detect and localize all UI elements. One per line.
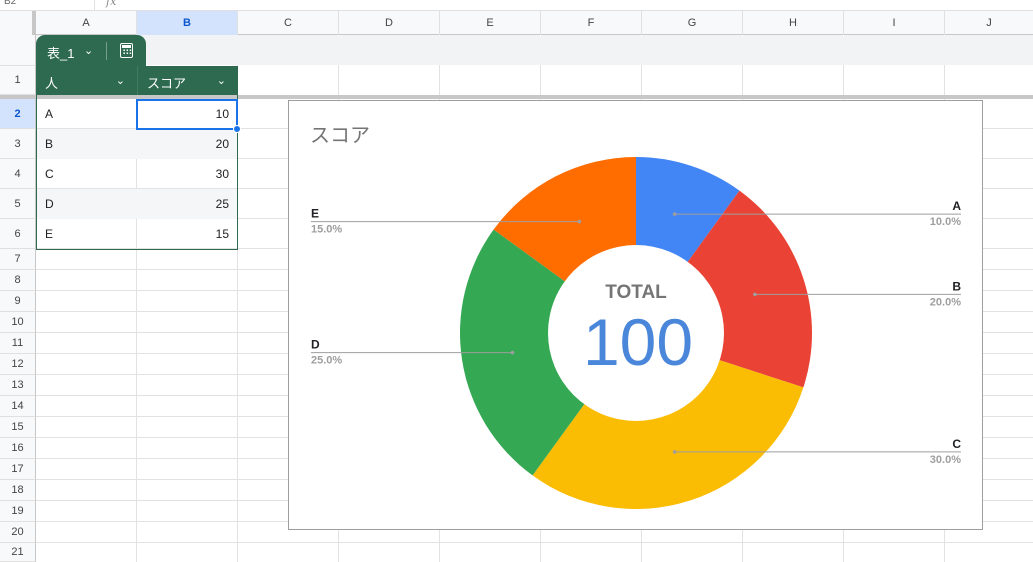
callout-percent-label: 25.0% — [311, 355, 342, 367]
callout-percent-label: 30.0% — [930, 454, 961, 466]
column-header-i[interactable]: I — [844, 11, 945, 35]
callout-percent-label: 10.0% — [930, 216, 961, 228]
donut-chart[interactable]: スコア TOTAL 100 A 10.0% B 20.0% C 30.0% D 25.0% E 1… — [288, 100, 983, 530]
row-header-9[interactable]: 9 — [0, 291, 36, 312]
column-header-a[interactable]: A — [36, 11, 137, 35]
row-header-3[interactable]: 3 — [0, 129, 36, 159]
row-header-14[interactable]: 14 — [0, 396, 36, 417]
tab-divider — [106, 42, 107, 60]
table-border — [36, 66, 238, 250]
row-header-20[interactable]: 20 — [0, 522, 36, 543]
callout-category-label: C — [952, 437, 961, 451]
row-header-10[interactable]: 10 — [0, 312, 36, 333]
row-header-19[interactable]: 19 — [0, 501, 36, 522]
callout-category-label: D — [311, 338, 320, 352]
chart-center-label: TOTAL — [605, 282, 667, 303]
row-header-15[interactable]: 15 — [0, 417, 36, 438]
row-header-table-tab — [0, 35, 36, 66]
callout-percent-label: 20.0% — [930, 296, 961, 308]
row-header-7[interactable]: 7 — [0, 249, 36, 270]
chart-center-value: 100 — [583, 305, 693, 379]
table-tab-band — [36, 35, 1033, 65]
row-header-8[interactable]: 8 — [0, 270, 36, 291]
column-header-e[interactable]: E — [440, 11, 541, 35]
column-header-g[interactable]: G — [642, 11, 743, 35]
column-header-b[interactable]: B — [137, 11, 238, 35]
active-cell-selection[interactable] — [136, 99, 238, 130]
row-header-12[interactable]: 12 — [0, 354, 36, 375]
row-header-17[interactable]: 17 — [0, 459, 36, 480]
callout-category-label: E — [311, 207, 319, 221]
column-header-row: A B C D E F G H I J — [0, 11, 1033, 35]
grid-line — [36, 542, 1033, 543]
row-header-13[interactable]: 13 — [0, 375, 36, 396]
row-header-4[interactable]: 4 — [0, 159, 36, 189]
row-header-21[interactable]: 21 — [0, 543, 36, 562]
donut-chart-svg: TOTAL 100 A 10.0% B 20.0% C 30.0% D 25.0% E 15.0% — [311, 157, 961, 510]
callout-percent-label: 15.0% — [311, 224, 342, 236]
row-header-2[interactable]: 2 — [0, 99, 36, 129]
callout-category-label: A — [952, 199, 961, 213]
row-header-5[interactable]: 5 — [0, 189, 36, 219]
name-box[interactable]: B2 — [0, 0, 95, 10]
table-name[interactable]: 表_1 — [47, 43, 74, 62]
row-header-11[interactable]: 11 — [0, 333, 36, 354]
column-header-d[interactable]: D — [339, 11, 440, 35]
column-header-h[interactable]: H — [743, 11, 844, 35]
table-name-tab[interactable]: 表_1 ⌄ ▪▪▪ ▪▪▪ — [36, 35, 146, 66]
table-calculator-icon[interactable]: ▪▪▪ ▪▪▪ — [120, 43, 133, 58]
column-header-f[interactable]: F — [541, 11, 642, 35]
formula-bar: B2 fx — [0, 0, 1033, 11]
column-header-c[interactable]: C — [238, 11, 339, 35]
fill-handle[interactable] — [233, 125, 241, 133]
row-header-1[interactable]: 1 — [0, 66, 36, 95]
select-all-corner[interactable] — [0, 11, 36, 35]
column-header-j[interactable]: J — [945, 11, 1033, 35]
row-header-6[interactable]: 6 — [0, 219, 36, 249]
callout-category-label: B — [952, 279, 961, 293]
fx-icon: fx — [106, 0, 117, 8]
row-header-18[interactable]: 18 — [0, 480, 36, 501]
row-header-16[interactable]: 16 — [0, 438, 36, 459]
chevron-down-icon[interactable]: ⌄ — [84, 44, 93, 57]
